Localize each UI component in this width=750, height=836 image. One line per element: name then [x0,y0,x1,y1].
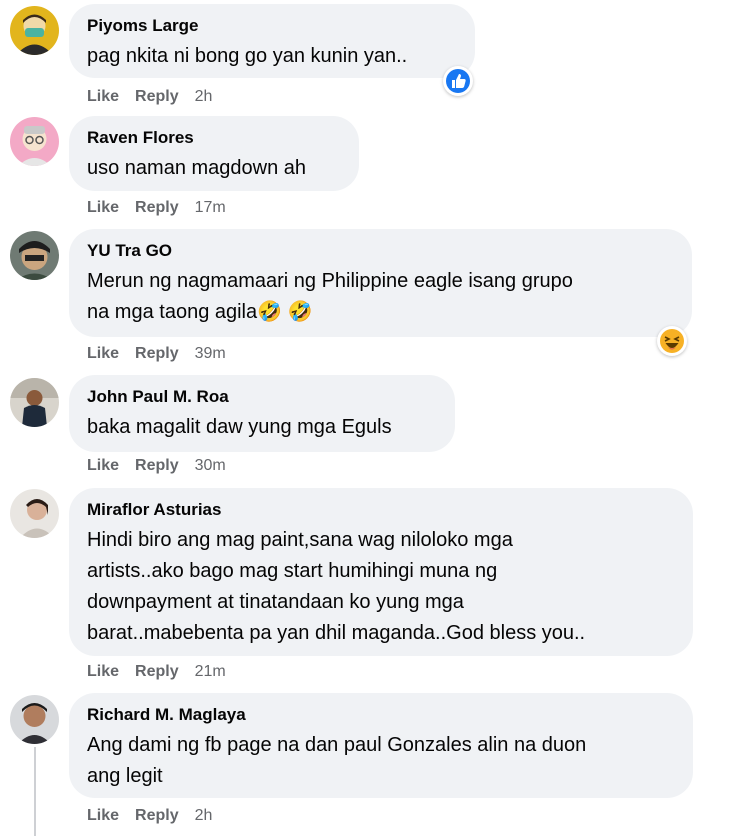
comment-timestamp[interactable]: 30m [195,456,226,476]
comment-timestamp[interactable]: 17m [195,198,226,218]
comment-author[interactable]: Piyoms Large [87,16,455,36]
comment-text-line: Ang dami ng fb page na dan paul Gonzales… [87,734,587,756]
like-link[interactable]: Like [87,456,119,476]
comment-text-line: downpayment at tinatandaan ko yung mga [87,591,464,613]
reply-thread-line [34,747,36,836]
avatar-image [10,489,59,538]
reply-link[interactable]: Reply [135,198,179,218]
comment-timestamp[interactable]: 2h [195,806,213,826]
avatar-image [10,378,59,427]
like-link[interactable]: Like [87,344,119,364]
avatar[interactable] [10,378,59,427]
like-link[interactable]: Like [87,662,119,682]
comment-bubble: Raven Flores uso naman magdown ah [69,116,359,191]
comment-actions: Like Reply 39m [87,344,242,364]
avatar-image [10,6,59,55]
avatar[interactable] [10,489,59,538]
comment-timestamp[interactable]: 21m [195,662,226,682]
avatar[interactable] [10,695,59,744]
comment-actions: Like Reply 21m [87,662,242,682]
like-link[interactable]: Like [87,198,119,218]
comment-text: baka magalit daw yung mga Eguls [87,416,392,438]
avatar-image [10,231,59,280]
like-link[interactable]: Like [87,806,119,826]
comment-text: uso naman magdown ah [87,157,307,179]
comment-text-line: artists..ako bago mag start humihingi mu… [87,560,498,582]
comment-author[interactable]: YU Tra GO [87,241,672,261]
comment-timestamp[interactable]: 2h [195,87,213,107]
comment-text-segment: na mga taong agila [87,301,258,323]
comment-text-line: Hindi biro ang mag paint,sana wag nilolo… [87,529,513,551]
comment-bubble: YU Tra GO Merun ng nagmamaari ng Philipp… [69,229,692,337]
reply-link[interactable]: Reply [135,344,179,364]
reply-link[interactable]: Reply [135,806,179,826]
like-link[interactable]: Like [87,87,119,107]
comment-text-line: Merun ng nagmamaari ng Philippine eagle … [87,270,573,292]
comment-bubble: Richard M. Maglaya Ang dami ng fb page n… [69,693,693,798]
comment-author[interactable]: Miraflor Asturias [87,500,673,520]
comment-author[interactable]: John Paul M. Roa [87,387,435,407]
comment-actions: Like Reply 30m [87,456,242,476]
avatar[interactable] [10,117,59,166]
avatar[interactable] [10,231,59,280]
haha-reaction-icon[interactable] [657,326,687,356]
reply-link[interactable]: Reply [135,87,179,107]
avatar-image [10,695,59,744]
reply-link[interactable]: Reply [135,662,179,682]
comment-text-line: ang legit [87,765,163,787]
comment-text: pag nkita ni bong go yan kunin yan.. [87,45,408,67]
comment-author[interactable]: Richard M. Maglaya [87,705,673,725]
comment-bubble: John Paul M. Roa baka magalit daw yung m… [69,375,455,452]
comment-actions: Like Reply 17m [87,198,242,218]
comment-bubble: Piyoms Large pag nkita ni bong go yan ku… [69,4,475,78]
comment-timestamp[interactable]: 39m [195,344,226,364]
like-reaction-icon[interactable] [443,66,473,96]
comment-text-line: barat..mabebenta pa yan dhil maganda..Go… [87,622,586,644]
comment-actions: Like Reply 2h [87,87,228,107]
rofl-emoji: 🤣 🤣 [257,301,313,323]
reply-link[interactable]: Reply [135,456,179,476]
comment-actions: Like Reply 2h [87,806,228,826]
avatar-image [10,117,59,166]
avatar[interactable] [10,6,59,55]
comment-text-line: na mga taong agila🤣 🤣 [87,297,672,328]
comment-author[interactable]: Raven Flores [87,128,339,148]
comment-bubble: Miraflor Asturias Hindi biro ang mag pai… [69,488,693,656]
